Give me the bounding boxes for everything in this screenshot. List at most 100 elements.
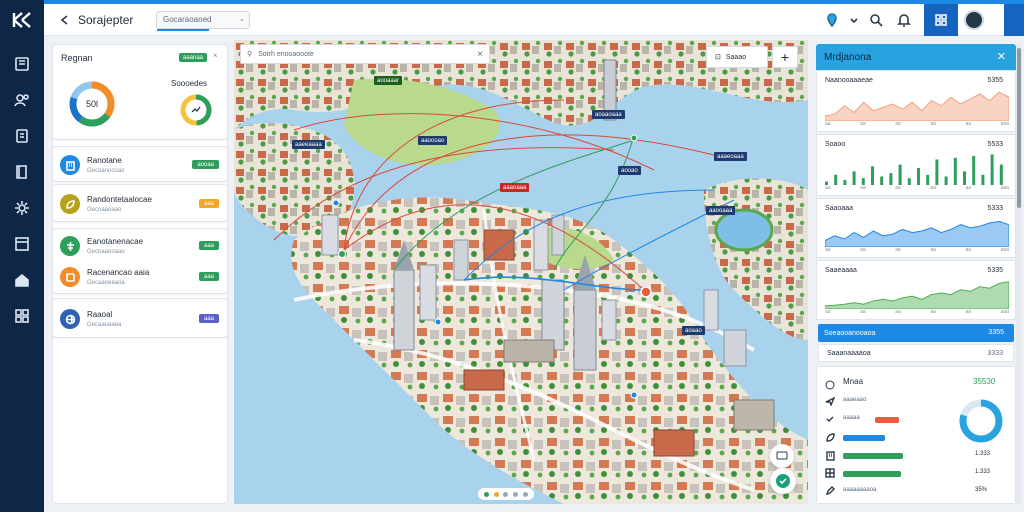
trend-bar [898, 164, 902, 185]
list-item[interactable]: Raaoal Gecaaoaaea aaa [53, 302, 229, 336]
list-card-a2[interactable]: Randontetaalocae Gecnaaoaao aaa [52, 184, 228, 222]
axis-tick: aa [860, 185, 866, 191]
trend-card-value: 5333 [987, 205, 1003, 212]
pager-dot[interactable] [484, 491, 490, 497]
location-pin-icon[interactable] [821, 9, 843, 31]
stats-clock-icon [825, 377, 835, 390]
nav-home-icon[interactable] [10, 268, 34, 292]
trend-card[interactable]: Soaoo 5533 aa aa aa aa aa aaa [816, 134, 1016, 196]
stats-card: Mnaa 35530 aaaeaao aaaaa 1.333 1.333 aaaaaaa… [816, 366, 1016, 504]
list-card-b[interactable]: Eanotanenacae Gecnaaooaao aaa Racenancao aa… [52, 228, 228, 294]
map-label[interactable]: aoaao [682, 326, 705, 335]
trend-bar [861, 178, 865, 185]
map-search-box[interactable]: ⚲ Sotrh enooaooote × [240, 44, 490, 64]
app-logo-icon[interactable] [8, 8, 36, 32]
map-locate-button[interactable] [770, 468, 796, 494]
stats-row-label: aaaaa [843, 415, 860, 421]
nav-frame-icon[interactable] [10, 232, 34, 256]
list-item[interactable]: Eanotanenacae Gecnaaooaao aaa [53, 229, 229, 263]
zoom-in-button[interactable]: + [772, 46, 798, 68]
locate-icon [776, 474, 790, 488]
clear-search-icon[interactable]: × [477, 49, 483, 60]
trend-card[interactable]: Saaeaaaa 5335 aa aa aa aa aa aaa [816, 260, 1016, 320]
summary-card: Regnan aaanaa × 50l Soooedes [52, 44, 228, 140]
close-icon[interactable]: ✕ [997, 50, 1006, 63]
pager-dot[interactable] [493, 491, 499, 497]
back-arrow-icon[interactable] [56, 11, 74, 29]
list-item[interactable]: Racenancao aaia Gecaaoeaaoa aaa [53, 260, 229, 294]
map-label[interactable]: aooaaar [374, 76, 403, 85]
search-icon[interactable] [865, 9, 887, 31]
secondary-row-label: Saaanaaaaoa [827, 349, 871, 357]
stats-row[interactable]: aaaaaaaaoa 35% [825, 485, 1009, 499]
nav-grid-icon[interactable] [10, 304, 34, 328]
nav-documents-icon[interactable] [10, 52, 34, 76]
map-label[interactable]: aaooaaa [706, 206, 736, 215]
trend-bar [834, 174, 838, 185]
breadcrumb-underline [157, 28, 209, 31]
nav-book-icon[interactable] [10, 160, 34, 184]
pager-dot[interactable] [522, 491, 528, 497]
map-label[interactable]: aaoooao [418, 136, 448, 145]
nav-settings-icon[interactable] [10, 196, 34, 220]
trend-card[interactable]: Saaoaaa 5333 aa aa aa aa aa aaa [816, 198, 1016, 258]
trend-card-label: Saaoaaa [825, 205, 854, 212]
secondary-row-value: 3333 [987, 350, 1003, 357]
building-icon [825, 450, 835, 461]
summary-badge: aaanaa [179, 53, 208, 62]
leaf-icon [825, 432, 835, 442]
map-layers-button[interactable]: ⊡ Saaao [706, 46, 768, 68]
list-card-c[interactable]: Raaoal Gecaaoaaea aaa [52, 298, 228, 338]
scrollbar-thumb[interactable] [1017, 48, 1021, 208]
trend-area [825, 220, 1009, 247]
menu-plus-icon[interactable] [992, 9, 1002, 31]
stats-row[interactable]: 1.333 [825, 449, 1009, 463]
notifications-icon[interactable] [893, 9, 915, 31]
list-item-title: Ranotane [87, 156, 122, 165]
right-scrollbar[interactable] [1016, 44, 1022, 504]
map-label[interactable]: aaeeaaaa [292, 140, 325, 149]
pager-dot[interactable] [503, 491, 509, 497]
trend-card[interactable]: Naanooaaaeae 5355 aa aa aa aa aa aaa [816, 70, 1016, 132]
pager-dot[interactable] [513, 491, 519, 497]
highlight-row-value: 3355 [988, 329, 1004, 336]
trend-axis: aa aa aa aa aa aaa [825, 309, 1009, 315]
city-map[interactable]: aooaaar aaeeaaaa aaoooao aoaaoaaa aooao … [234, 40, 808, 504]
stats-title: Mnaa [843, 377, 864, 386]
map-canvas[interactable] [234, 40, 808, 504]
map-label[interactable]: aoaaoaaa [592, 110, 625, 119]
list-card-a1[interactable]: Ranotane Gecoanocoao aooaa [52, 146, 228, 182]
summary-close-icon[interactable]: × [213, 51, 218, 60]
globe-icon [60, 309, 80, 329]
nav-users-icon[interactable] [10, 88, 34, 112]
list-item[interactable]: Randontetaalocae Gecnaaoaao aaa [53, 187, 229, 221]
breadcrumb-dropdown[interactable]: Gocaraoaned ⌄ [156, 10, 250, 31]
building-icon [60, 155, 80, 175]
apps-button[interactable] [924, 4, 958, 36]
map-chat-button[interactable] [770, 444, 794, 468]
map-label[interactable]: aaaoaaa [500, 183, 530, 192]
map-search-text[interactable]: Sotrh enooaooote [258, 51, 314, 58]
highlight-row-label: Soeaooanooaoa [824, 329, 876, 337]
stats-row-bar [843, 453, 903, 459]
highlight-row[interactable]: Soeaooanooaoa 3355 [818, 324, 1014, 342]
secondary-row[interactable]: Saaanaaaaoa 3333 [818, 344, 1014, 362]
user-avatar[interactable] [964, 10, 984, 30]
map-label[interactable]: aooao [618, 166, 641, 175]
axis-tick: aaa [1000, 121, 1009, 127]
trend-card-value: 5335 [987, 267, 1003, 274]
trend-bar [990, 154, 994, 185]
map-pager[interactable] [478, 488, 534, 500]
list-item[interactable]: Ranotane Gecoanocoao aooaa [53, 148, 229, 182]
chat-icon [776, 451, 788, 460]
dropdown-chevron-icon[interactable] [849, 9, 859, 31]
nav-report-icon[interactable] [10, 124, 34, 148]
header-actions [818, 4, 1024, 36]
list-item-badge: aaa [198, 241, 219, 250]
stats-row-value: 35% [975, 487, 988, 493]
axis-tick: aaa [1000, 309, 1009, 315]
stats-row[interactable]: 1.333 [825, 467, 1009, 481]
trend-bar [926, 174, 930, 185]
trend-bar [999, 164, 1003, 185]
map-label[interactable]: aaaeoaaa [714, 152, 747, 161]
